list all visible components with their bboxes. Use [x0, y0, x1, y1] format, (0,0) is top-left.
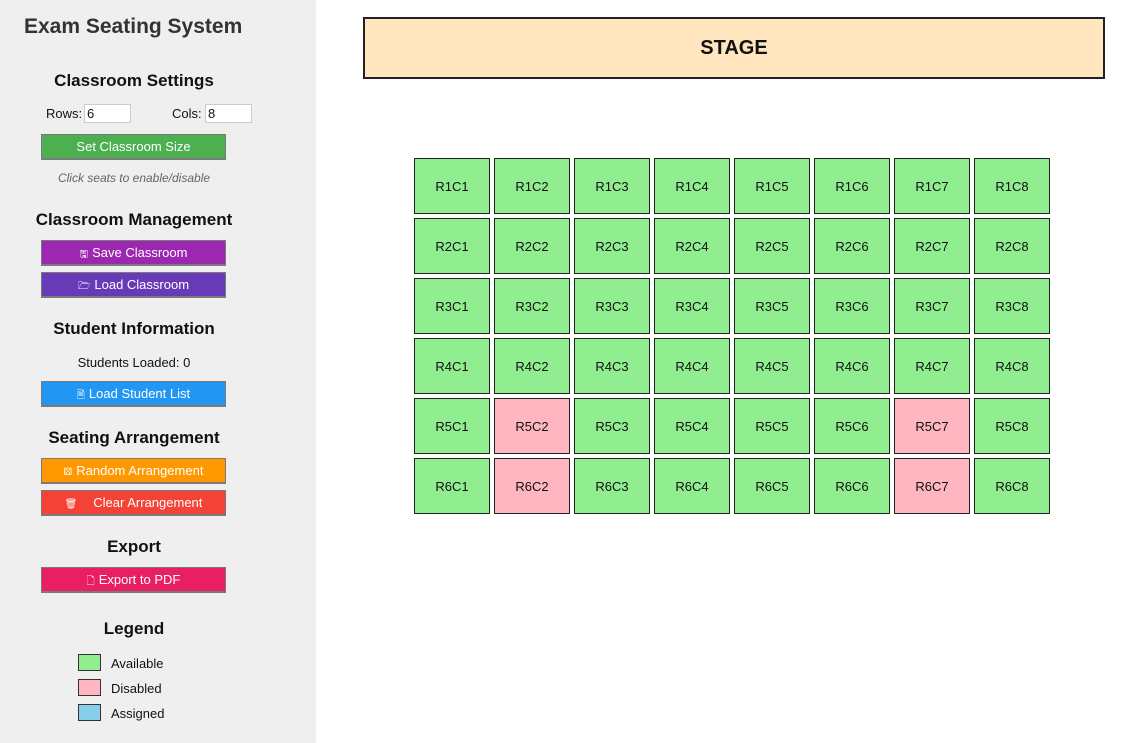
seat-r3c2[interactable]: R3C2: [494, 278, 570, 334]
seat-r5c2[interactable]: R5C2: [494, 398, 570, 454]
seat-r2c5[interactable]: R2C5: [734, 218, 810, 274]
clear-arrangement-button[interactable]: 🗑 Clear Arrangement: [41, 490, 226, 516]
seat-r5c6[interactable]: R5C6: [814, 398, 890, 454]
legend-heading: Legend: [103, 619, 165, 638]
load-student-list-label: Load Student List: [88, 386, 191, 401]
export-pdf-button[interactable]: 🗋 Export to PDF: [41, 567, 226, 593]
seating-arrangement-heading: Seating Arrangement: [48, 428, 220, 447]
seat-r1c2[interactable]: R1C2: [494, 158, 570, 214]
seat-r5c5[interactable]: R5C5: [734, 398, 810, 454]
seat-r3c1[interactable]: R3C1: [414, 278, 490, 334]
rows-label: Rows:: [46, 106, 83, 121]
seat-r2c4[interactable]: R2C4: [654, 218, 730, 274]
seat-r5c3[interactable]: R5C3: [574, 398, 650, 454]
random-arrangement-label: Random Arrangement: [76, 463, 204, 478]
seat-grid: R1C1 R1C2 R1C3 R1C4 R1C5 R1C6 R1C7 R1C8 R2C1 R2C2…: [414, 158, 1050, 514]
legend-swatch-disabled: [78, 679, 101, 696]
classroom-management-heading: Classroom Management: [35, 210, 233, 229]
seat-r3c5[interactable]: R3C5: [734, 278, 810, 334]
seat-r2c8[interactable]: R2C8: [974, 218, 1050, 274]
seat-r6c5[interactable]: R6C5: [734, 458, 810, 514]
seat-r4c5[interactable]: R4C5: [734, 338, 810, 394]
legend-swatch-assigned: [78, 704, 101, 721]
seat-r1c1[interactable]: R1C1: [414, 158, 490, 214]
seat-r2c3[interactable]: R2C3: [574, 218, 650, 274]
trash-icon: 🗑: [64, 499, 78, 510]
save-classroom-button[interactable]: 🖫 Save Classroom: [41, 240, 226, 266]
folder-icon: 🗁: [77, 281, 91, 292]
seat-r1c6[interactable]: R1C6: [814, 158, 890, 214]
seat-r4c4[interactable]: R4C4: [654, 338, 730, 394]
seat-r5c8[interactable]: R5C8: [974, 398, 1050, 454]
seat-r1c4[interactable]: R1C4: [654, 158, 730, 214]
legend-swatch-available: [78, 654, 101, 671]
seat-r6c8[interactable]: R6C8: [974, 458, 1050, 514]
seat-r1c7[interactable]: R1C7: [894, 158, 970, 214]
seat-r6c2[interactable]: R6C2: [494, 458, 570, 514]
save-classroom-label: Save Classroom: [92, 245, 188, 260]
seat-r2c2[interactable]: R2C2: [494, 218, 570, 274]
load-classroom-label: Load Classroom: [94, 277, 190, 292]
seat-r4c3[interactable]: R4C3: [574, 338, 650, 394]
legend-label-available: Available: [111, 656, 164, 671]
rows-input[interactable]: [84, 104, 131, 123]
stage-banner: STAGE: [363, 17, 1105, 79]
seat-r5c7[interactable]: R5C7: [894, 398, 970, 454]
seat-r3c3[interactable]: R3C3: [574, 278, 650, 334]
set-classroom-size-label: Set Classroom Size: [76, 139, 191, 154]
export-heading: Export: [107, 537, 161, 556]
seat-r6c1[interactable]: R6C1: [414, 458, 490, 514]
seat-r4c6[interactable]: R4C6: [814, 338, 890, 394]
cols-label: Cols:: [172, 106, 202, 121]
legend-label-disabled: Disabled: [111, 681, 162, 696]
seat-r2c1[interactable]: R2C1: [414, 218, 490, 274]
seat-r4c7[interactable]: R4C7: [894, 338, 970, 394]
export-pdf-label: Export to PDF: [98, 572, 181, 587]
load-classroom-button[interactable]: 🗁 Load Classroom: [41, 272, 226, 298]
seat-toggle-hint: Click seats to enable/disable: [57, 171, 211, 185]
dice-icon: ⚄: [63, 467, 73, 478]
seat-r3c8[interactable]: R3C8: [974, 278, 1050, 334]
seat-r5c4[interactable]: R5C4: [654, 398, 730, 454]
clipboard-icon: 🗎: [76, 390, 85, 401]
seat-r5c1[interactable]: R5C1: [414, 398, 490, 454]
load-student-list-button[interactable]: 🗎 Load Student List: [41, 381, 226, 407]
seat-r2c6[interactable]: R2C6: [814, 218, 890, 274]
seat-r1c3[interactable]: R1C3: [574, 158, 650, 214]
seat-r6c3[interactable]: R6C3: [574, 458, 650, 514]
seat-r1c5[interactable]: R1C5: [734, 158, 810, 214]
clear-arrangement-label: Clear Arrangement: [93, 495, 203, 510]
floppy-disk-icon: 🖫: [79, 249, 89, 260]
seat-r3c4[interactable]: R3C4: [654, 278, 730, 334]
seat-r4c8[interactable]: R4C8: [974, 338, 1050, 394]
set-classroom-size-button[interactable]: Set Classroom Size: [41, 134, 226, 160]
seat-r4c2[interactable]: R4C2: [494, 338, 570, 394]
classroom-settings-heading: Classroom Settings: [54, 71, 214, 90]
students-loaded-count: Students Loaded: 0: [77, 355, 191, 370]
student-information-heading: Student Information: [53, 319, 215, 338]
random-arrangement-button[interactable]: ⚄ Random Arrangement: [41, 458, 226, 484]
seat-r1c8[interactable]: R1C8: [974, 158, 1050, 214]
seat-r6c4[interactable]: R6C4: [654, 458, 730, 514]
seat-r3c6[interactable]: R3C6: [814, 278, 890, 334]
legend-label-assigned: Assigned: [111, 706, 165, 721]
seat-r2c7[interactable]: R2C7: [894, 218, 970, 274]
cols-input[interactable]: [205, 104, 252, 123]
seat-r3c7[interactable]: R3C7: [894, 278, 970, 334]
document-icon: 🗋: [86, 576, 95, 587]
seat-r6c7[interactable]: R6C7: [894, 458, 970, 514]
seat-r4c1[interactable]: R4C1: [414, 338, 490, 394]
app-title: Exam Seating System: [24, 15, 243, 38]
seat-r6c6[interactable]: R6C6: [814, 458, 890, 514]
sidebar: Exam Seating System Classroom Settings R…: [0, 0, 316, 743]
